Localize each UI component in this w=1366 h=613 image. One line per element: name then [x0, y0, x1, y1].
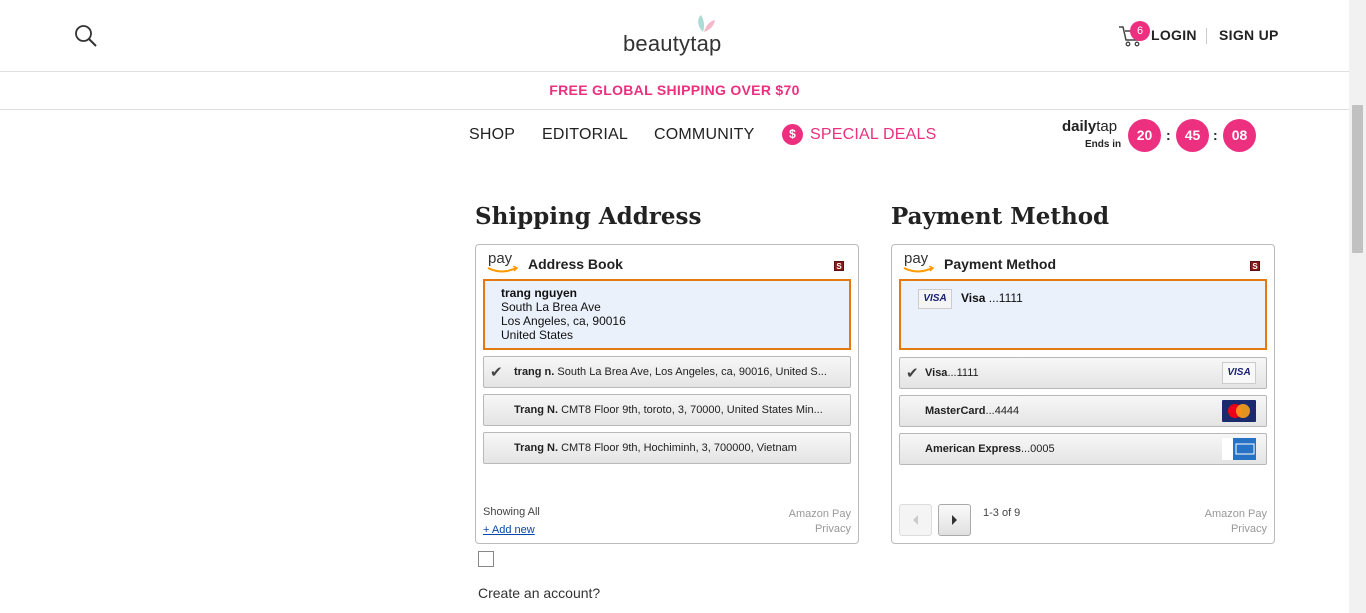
address-option-name: Trang N.	[514, 404, 559, 416]
address-option-text: CMT8 Floor 9th, toroto, 3, 70000, United…	[561, 404, 823, 416]
amazon-smile-icon	[903, 266, 935, 273]
pager-count: 1-3 of 9	[983, 507, 1021, 519]
checkmark-icon: ✔	[490, 364, 503, 381]
dailytap-logo-bold: daily	[1062, 118, 1097, 135]
amazon-pay-logo-text: pay	[904, 250, 929, 267]
checkmark-icon: ✔	[906, 365, 919, 382]
address-option[interactable]: Trang N. CMT8 Floor 9th, toroto, 3, 7000…	[483, 394, 851, 426]
selected-address-name: trang nguyen	[501, 286, 578, 300]
dailytap-logo-light: tap	[1096, 118, 1118, 135]
selected-payment-box: VISA Visa ...1111	[899, 279, 1267, 350]
shipping-address-title: Shipping Address	[475, 203, 702, 230]
address-option-name: Trang N.	[514, 442, 559, 454]
selected-address-line2: Los Angeles, ca, 90016	[501, 314, 626, 328]
payment-method-widget: pay Payment Method S VISA Visa ...1111 ✔…	[891, 244, 1275, 544]
address-book-widget: pay Address Book S trang nguyen South La…	[475, 244, 859, 544]
login-link[interactable]: LOGIN	[1151, 27, 1197, 43]
payment-option-digits: ...4444	[985, 405, 1020, 417]
privacy-link[interactable]: Privacy	[789, 522, 851, 537]
amazon-smile-icon	[487, 266, 519, 273]
create-account-label: Create an account?	[478, 585, 601, 601]
address-option-text: South La Brea Ave, Los Angeles, ca, 9001…	[557, 366, 827, 378]
showing-all-label: Showing All	[483, 506, 540, 518]
page-scrollbar[interactable]	[1349, 0, 1366, 613]
address-option-text: CMT8 Floor 9th, Hochiminh, 3, 700000, Vi…	[561, 442, 797, 454]
selected-card-digits: ...1111	[985, 291, 1023, 305]
site-header: beautytap 6 LOGIN SIGN UP	[0, 0, 1349, 72]
payment-option-brand: MasterCard	[925, 405, 986, 417]
timer-minutes: 45	[1176, 119, 1209, 152]
header-divider	[1206, 28, 1207, 44]
logo-text: beautytap	[623, 31, 722, 56]
visa-card-icon: VISA	[1222, 362, 1256, 384]
cart-count-badge: 6	[1130, 21, 1150, 41]
chevron-left-icon	[913, 515, 918, 525]
timer-colon: :	[1166, 127, 1171, 143]
secure-s-icon: S	[1250, 261, 1260, 271]
payment-option[interactable]: MasterCard...4444	[899, 395, 1267, 427]
payment-option-digits: ...0005	[1021, 443, 1055, 455]
selected-address-line3: United States	[501, 328, 574, 342]
mastercard-icon	[1222, 400, 1256, 422]
dollar-icon: $	[782, 124, 803, 145]
payment-option[interactable]: ✔ Visa...1111 VISA	[899, 357, 1267, 389]
search-icon[interactable]	[74, 24, 98, 48]
checkout-page: beautytap 6 LOGIN SIGN UP FREE GLOBAL SH…	[0, 0, 1366, 613]
ends-in-label: Ends in	[1085, 139, 1122, 150]
dailytap-logo[interactable]: dailytap Ends in	[1062, 118, 1122, 150]
amazon-pay-logo: pay	[902, 250, 936, 276]
visa-card-icon: VISA	[918, 289, 952, 309]
payment-widget-title: Payment Method	[944, 256, 1057, 272]
nav-shop[interactable]: SHOP	[469, 126, 515, 144]
next-page-button[interactable]	[938, 504, 971, 536]
timer-colon: :	[1213, 127, 1218, 143]
address-book-title: Address Book	[528, 256, 623, 272]
scrollbar-thumb[interactable]	[1352, 105, 1363, 253]
payment-method-title: Payment Method	[891, 203, 1110, 230]
site-logo[interactable]: beautytap	[623, 14, 733, 58]
chevron-right-icon	[952, 515, 957, 525]
nav-community[interactable]: COMMUNITY	[654, 126, 754, 144]
payment-option-digits: ...1111	[947, 367, 979, 379]
amazon-pay-logo-text: pay	[488, 250, 513, 267]
secure-s-icon: S	[834, 261, 844, 271]
amazon-pay-logo: pay	[486, 250, 520, 276]
selected-address-box: trang nguyen South La Brea Ave Los Angel…	[483, 279, 851, 350]
selected-address-line1: South La Brea Ave	[501, 300, 601, 314]
timer-seconds: 08	[1223, 119, 1256, 152]
payment-option[interactable]: American Express...0005	[899, 433, 1267, 465]
address-option-name: trang n.	[514, 366, 555, 378]
promo-banner[interactable]: FREE GLOBAL SHIPPING OVER $70	[0, 72, 1349, 110]
timer-hours: 20	[1128, 119, 1161, 152]
previous-page-button[interactable]	[899, 504, 932, 536]
amazon-pay-link[interactable]: Amazon Pay	[1205, 507, 1267, 522]
nav-special-deals[interactable]: SPECIAL DEALS	[810, 126, 937, 144]
signup-link[interactable]: SIGN UP	[1219, 27, 1279, 43]
selected-card-brand: Visa	[961, 291, 986, 305]
address-option[interactable]: Trang N. CMT8 Floor 9th, Hochiminh, 3, 7…	[483, 432, 851, 464]
add-new-address-link[interactable]: + Add new	[483, 524, 535, 536]
amex-card-icon	[1222, 438, 1256, 460]
payment-option-brand: American Express	[925, 443, 1021, 455]
create-account-checkbox[interactable]	[478, 551, 494, 567]
amazon-pay-link[interactable]: Amazon Pay	[789, 507, 851, 522]
nav-editorial[interactable]: EDITORIAL	[542, 126, 628, 144]
address-option[interactable]: ✔ trang n. South La Brea Ave, Los Angele…	[483, 356, 851, 388]
privacy-link[interactable]: Privacy	[1205, 522, 1267, 537]
payment-option-brand: Visa	[925, 367, 948, 379]
